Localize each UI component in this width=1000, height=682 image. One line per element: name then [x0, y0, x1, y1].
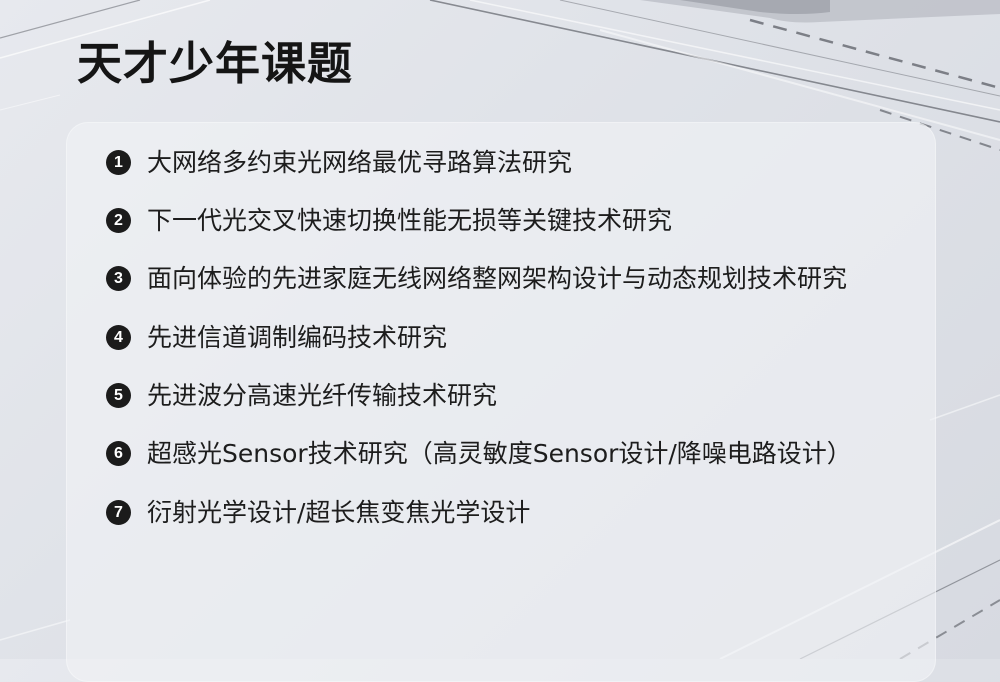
topic-text: 面向体验的先进家庭无线网络整网架构设计与动态规划技术研究	[147, 264, 848, 293]
topic-item-5: 5 先进波分高速光纤传输技术研究	[106, 376, 896, 416]
number-badge: 5	[106, 383, 131, 408]
topic-item-4: 4 先进信道调制编码技术研究	[106, 318, 896, 358]
topic-text: 超感光Sensor技术研究（高灵敏度Sensor设计/降噪电路设计）	[147, 439, 852, 468]
topic-text: 大网络多约束光网络最优寻路算法研究	[147, 148, 573, 177]
number-badge: 1	[106, 150, 131, 175]
topic-text: 先进信道调制编码技术研究	[147, 323, 448, 352]
number-badge: 3	[106, 266, 131, 291]
number-badge: 2	[106, 208, 131, 233]
number-badge: 6	[106, 441, 131, 466]
topic-list: 1 大网络多约束光网络最优寻路算法研究 2 下一代光交叉快速切换性能无损等关键技…	[106, 143, 896, 551]
topic-item-2: 2 下一代光交叉快速切换性能无损等关键技术研究	[106, 201, 896, 241]
topic-item-7: 7 衍射光学设计/超长焦变焦光学设计	[106, 493, 896, 533]
topic-item-6: 6 超感光Sensor技术研究（高灵敏度Sensor设计/降噪电路设计）	[106, 434, 896, 474]
topic-text: 下一代光交叉快速切换性能无损等关键技术研究	[147, 206, 673, 235]
number-badge: 4	[106, 325, 131, 350]
number-badge: 7	[106, 500, 131, 525]
page-title: 天才少年课题	[77, 37, 354, 90]
topic-item-1: 1 大网络多约束光网络最优寻路算法研究	[106, 143, 896, 183]
topic-text: 衍射光学设计/超长焦变焦光学设计	[147, 498, 531, 527]
topic-text: 先进波分高速光纤传输技术研究	[147, 381, 498, 410]
topic-item-3: 3 面向体验的先进家庭无线网络整网架构设计与动态规划技术研究	[106, 259, 896, 299]
